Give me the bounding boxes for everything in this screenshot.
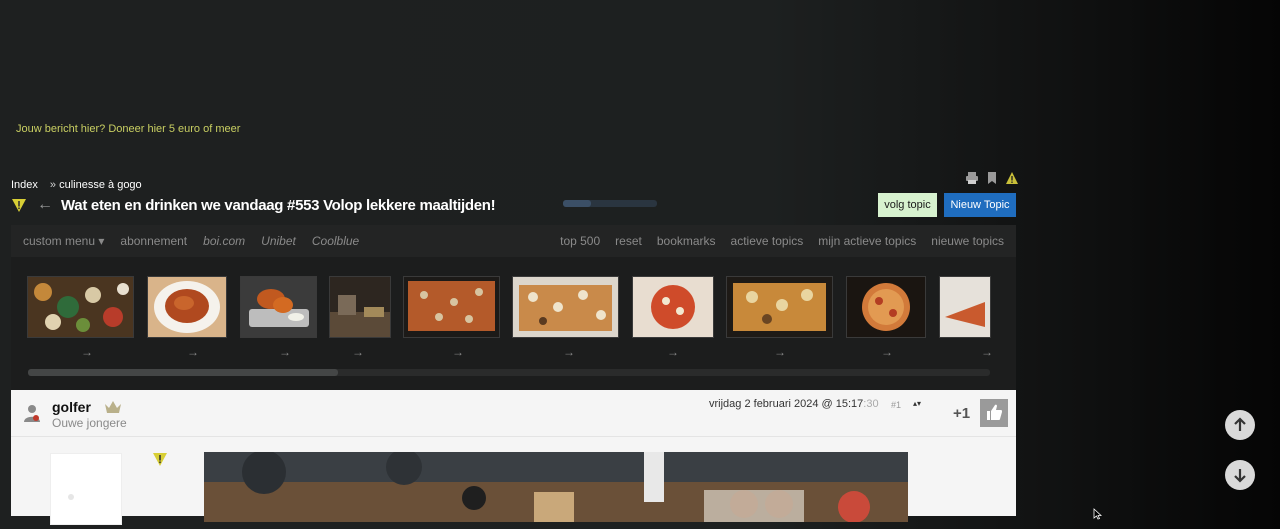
- thumbs-up-icon: [987, 404, 1002, 420]
- thumb-chicken-wings[interactable]: [240, 276, 317, 338]
- breadcrumb-separator: »: [49, 179, 57, 191]
- username[interactable]: golfer: [52, 399, 91, 415]
- plus-one-count: +1: [953, 405, 971, 422]
- back-arrow-icon[interactable]: ←: [37, 196, 53, 214]
- menu-coolblue[interactable]: Coolblue: [312, 234, 359, 248]
- post-number[interactable]: #1: [891, 400, 901, 410]
- new-topic-button[interactable]: Nieuw Topic: [944, 193, 1016, 217]
- post-nav-arrows-icon[interactable]: ▴▾: [913, 399, 921, 408]
- menu-mijn-actieve-topics[interactable]: mijn actieve topics: [818, 234, 916, 248]
- menu-reset[interactable]: reset: [615, 234, 642, 248]
- thumb-pizza-slice[interactable]: [939, 276, 991, 338]
- thumb-arrow[interactable]: →: [774, 345, 786, 359]
- scroll-down-icon: [1234, 469, 1246, 483]
- topic-title-row: ← Wat eten en drinken we vandaag #553 Vo…: [11, 196, 496, 214]
- thumbnail-scrollbar-thumb[interactable]: [28, 369, 338, 376]
- thumb-arrow[interactable]: →: [881, 345, 893, 359]
- post: golfer Ouwe jongere vrijdag 2 februari 2…: [11, 390, 1016, 525]
- bookmark-icon[interactable]: [985, 171, 999, 185]
- thumb-arrow[interactable]: →: [352, 345, 364, 359]
- thumb-arrow[interactable]: →: [452, 345, 464, 359]
- menu-abonnement[interactable]: abonnement: [120, 234, 187, 248]
- post-header: golfer Ouwe jongere vrijdag 2 februari 2…: [11, 390, 1016, 437]
- scroll-up-button[interactable]: [1225, 410, 1255, 440]
- menu-right: top 500 reset bookmarks actieve topics m…: [560, 234, 1004, 248]
- page-title: Wat eten en drinken we vandaag #553 Volo…: [61, 196, 496, 214]
- thumb-focaccia[interactable]: [726, 276, 833, 338]
- thumb-round-pizza[interactable]: [632, 276, 714, 338]
- user-title: Ouwe jongere: [52, 416, 127, 430]
- progress-fill: [563, 200, 592, 207]
- forum-menubar: custom menu ▾ abonnement boi.com Unibet …: [11, 225, 1016, 257]
- thumb-pasta-plate[interactable]: [147, 276, 227, 338]
- thumb-arrow[interactable]: →: [981, 345, 993, 359]
- thumb-arrow[interactable]: →: [563, 345, 575, 359]
- user-avatar-icon[interactable]: [23, 403, 41, 423]
- user-avatar-large[interactable]: [50, 453, 122, 525]
- post-image[interactable]: [204, 452, 908, 522]
- print-icon[interactable]: [965, 171, 979, 185]
- thumb-food-table[interactable]: [27, 276, 134, 338]
- menu-bookmarks[interactable]: bookmarks: [657, 234, 716, 248]
- promo-link[interactable]: Jouw bericht hier? Doneer hier 5 euro of…: [16, 123, 240, 135]
- thumb-pizza-closeup[interactable]: [846, 276, 926, 338]
- menu-custom-menu[interactable]: custom menu ▾: [23, 234, 104, 248]
- post-date: vrijdag 2 februari 2024 @ 15:17:30: [709, 398, 879, 410]
- thumb-kitchen-counter[interactable]: [329, 276, 391, 338]
- menu-actieve-topics[interactable]: actieve topics: [731, 234, 804, 248]
- thumbnail-strip: → → → → → → → → → →: [11, 257, 1016, 390]
- thumb-arrow[interactable]: →: [81, 345, 93, 359]
- thumb-arrow[interactable]: →: [279, 345, 291, 359]
- breadcrumb: Index » culinesse à gogo: [11, 179, 142, 191]
- warning-icon[interactable]: [1005, 171, 1019, 185]
- menu-boi[interactable]: boi.com: [203, 234, 245, 248]
- thumb-arrow[interactable]: →: [187, 345, 199, 359]
- menu-unibet[interactable]: Unibet: [261, 234, 296, 248]
- report-warning-icon[interactable]: [11, 197, 27, 213]
- mouse-cursor-icon: [1093, 507, 1103, 520]
- thumb-arrow[interactable]: →: [667, 345, 679, 359]
- menu-left: custom menu ▾ abonnement boi.com Unibet …: [23, 234, 359, 248]
- chevron-down-icon: ▾: [98, 234, 105, 248]
- breadcrumb-section[interactable]: culinesse à gogo: [59, 179, 142, 191]
- scroll-down-button[interactable]: [1225, 460, 1255, 490]
- topic-progress-bar: [563, 200, 657, 207]
- thumbnail-scrollbar[interactable]: [28, 369, 990, 376]
- menu-nieuwe-topics[interactable]: nieuwe topics: [931, 234, 1004, 248]
- thumbs-up-button[interactable]: [980, 399, 1008, 427]
- thumb-sheet-pizza-2[interactable]: [512, 276, 619, 338]
- report-post-icon[interactable]: [152, 451, 168, 467]
- user-rank-icon: [104, 400, 122, 414]
- topic-tools: [965, 171, 1019, 185]
- menu-top-500[interactable]: top 500: [560, 234, 600, 248]
- follow-topic-button[interactable]: volg topic: [878, 193, 937, 217]
- thumb-sheet-pizza[interactable]: [403, 276, 500, 338]
- breadcrumb-index[interactable]: Index: [11, 179, 38, 191]
- scroll-up-icon: [1234, 417, 1246, 431]
